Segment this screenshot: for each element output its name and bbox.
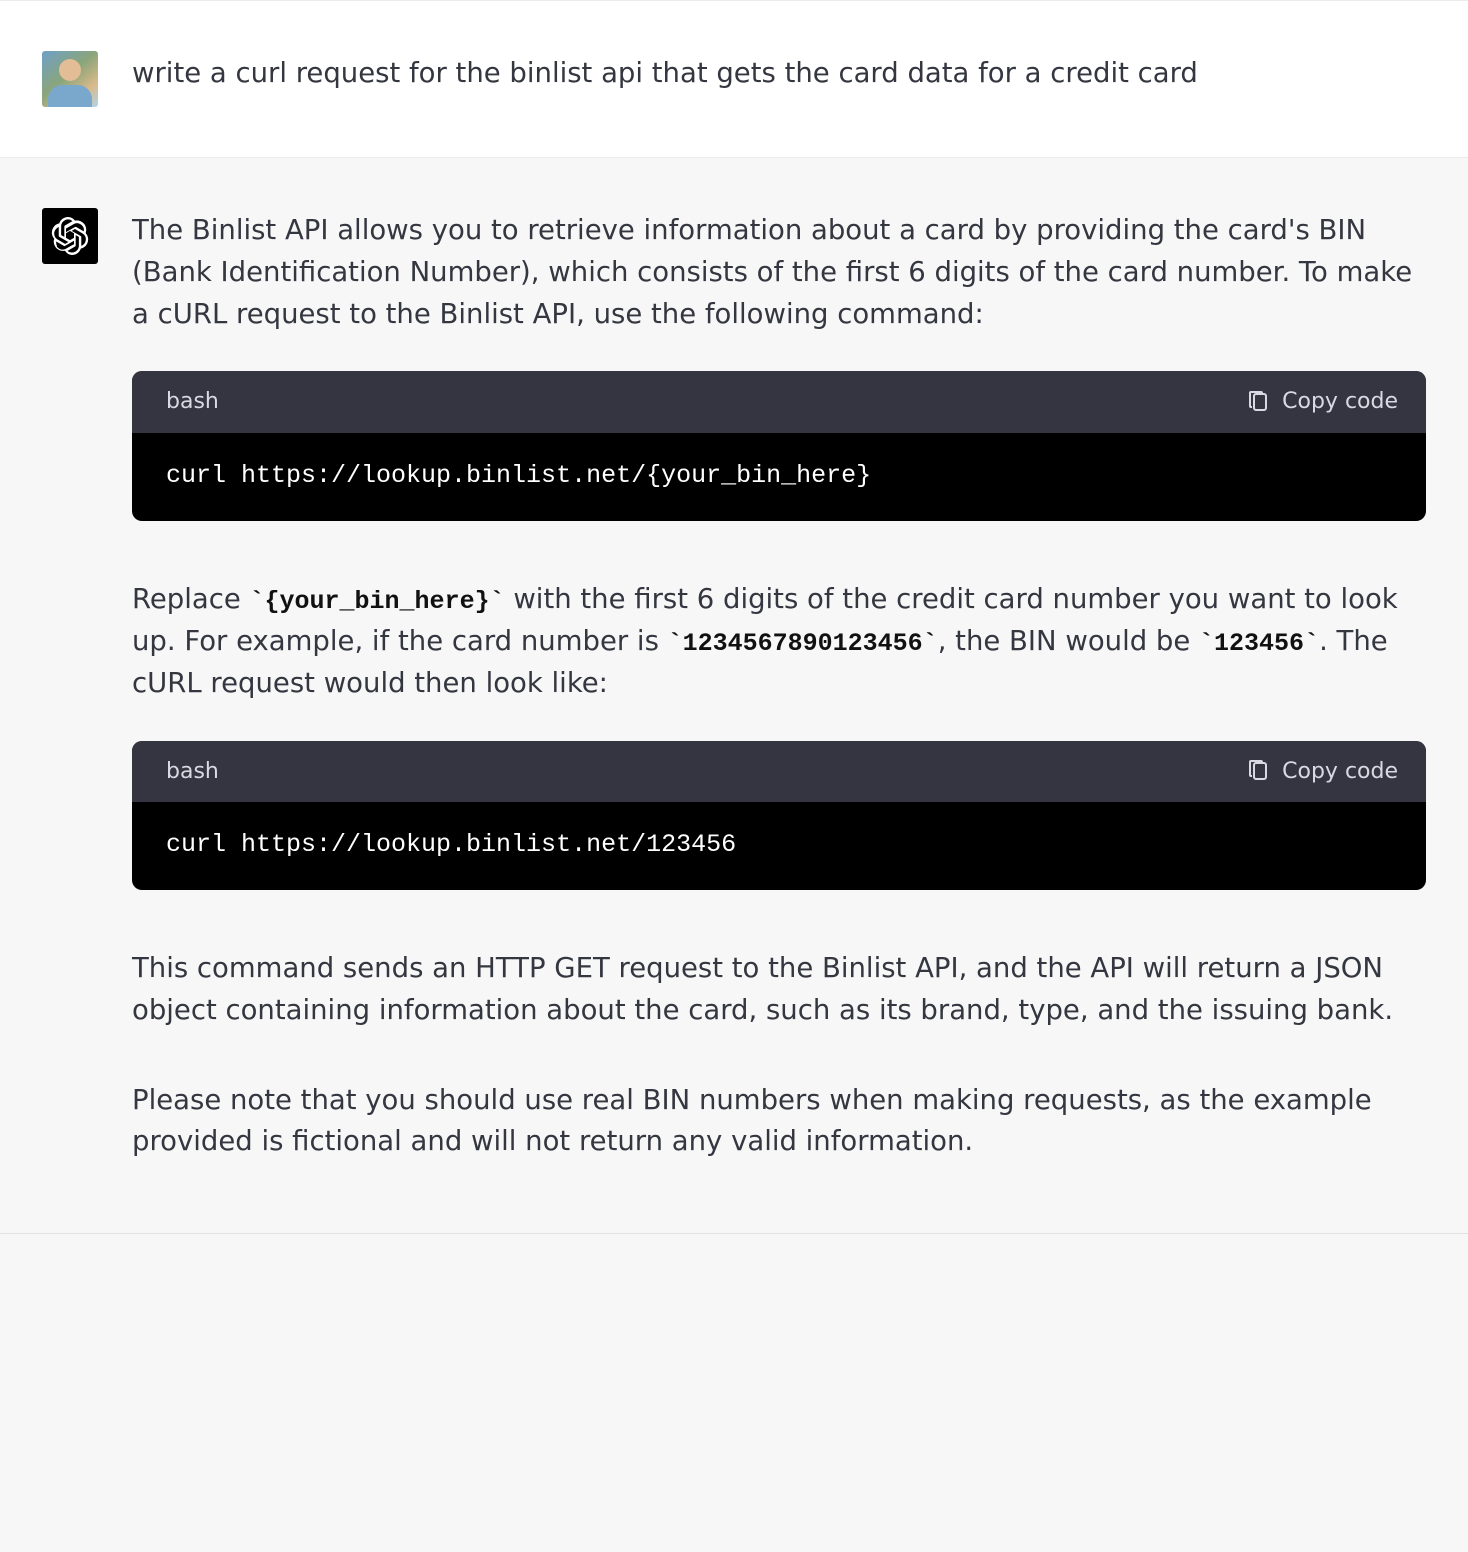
- clipboard-icon: [1246, 390, 1270, 414]
- inline-code: `{your_bin_here}`: [250, 587, 505, 616]
- copy-code-label: Copy code: [1282, 385, 1398, 418]
- copy-code-button[interactable]: Copy code: [1246, 385, 1398, 418]
- text-fragment: , the BIN would be: [938, 625, 1199, 657]
- assistant-message: The Binlist API allows you to retrieve i…: [0, 158, 1468, 1234]
- inline-code: `123456`: [1199, 629, 1319, 658]
- assistant-paragraph: Please note that you should use real BIN…: [132, 1080, 1426, 1164]
- code-block: bash Copy code curl https://lookup.binli…: [132, 741, 1426, 890]
- inline-code: `1234567890123456`: [668, 629, 938, 658]
- openai-logo-icon: [51, 217, 89, 255]
- user-avatar: [42, 51, 98, 107]
- user-text: write a curl request for the binlist api…: [132, 57, 1198, 89]
- code-language-label: bash: [166, 385, 219, 418]
- assistant-paragraph: This command sends an HTTP GET request t…: [132, 948, 1426, 1032]
- assistant-paragraph: Replace `{your_bin_here}` with the first…: [132, 579, 1426, 705]
- code-language-label: bash: [166, 755, 219, 788]
- code-block-header: bash Copy code: [132, 371, 1426, 432]
- code-content[interactable]: curl https://lookup.binlist.net/{your_bi…: [132, 433, 1426, 521]
- chat-thread: write a curl request for the binlist api…: [0, 0, 1468, 1234]
- user-message: write a curl request for the binlist api…: [0, 0, 1468, 158]
- code-block-header: bash Copy code: [132, 741, 1426, 802]
- assistant-paragraph: The Binlist API allows you to retrieve i…: [132, 210, 1426, 335]
- assistant-avatar: [42, 208, 98, 264]
- assistant-message-content: The Binlist API allows you to retrieve i…: [132, 208, 1426, 1175]
- text-fragment: Replace: [132, 583, 250, 615]
- code-content[interactable]: curl https://lookup.binlist.net/123456: [132, 802, 1426, 890]
- clipboard-icon: [1246, 759, 1270, 783]
- copy-code-label: Copy code: [1282, 755, 1398, 788]
- code-block: bash Copy code curl https://lookup.binli…: [132, 371, 1426, 520]
- user-message-text: write a curl request for the binlist api…: [132, 51, 1426, 107]
- copy-code-button[interactable]: Copy code: [1246, 755, 1398, 788]
